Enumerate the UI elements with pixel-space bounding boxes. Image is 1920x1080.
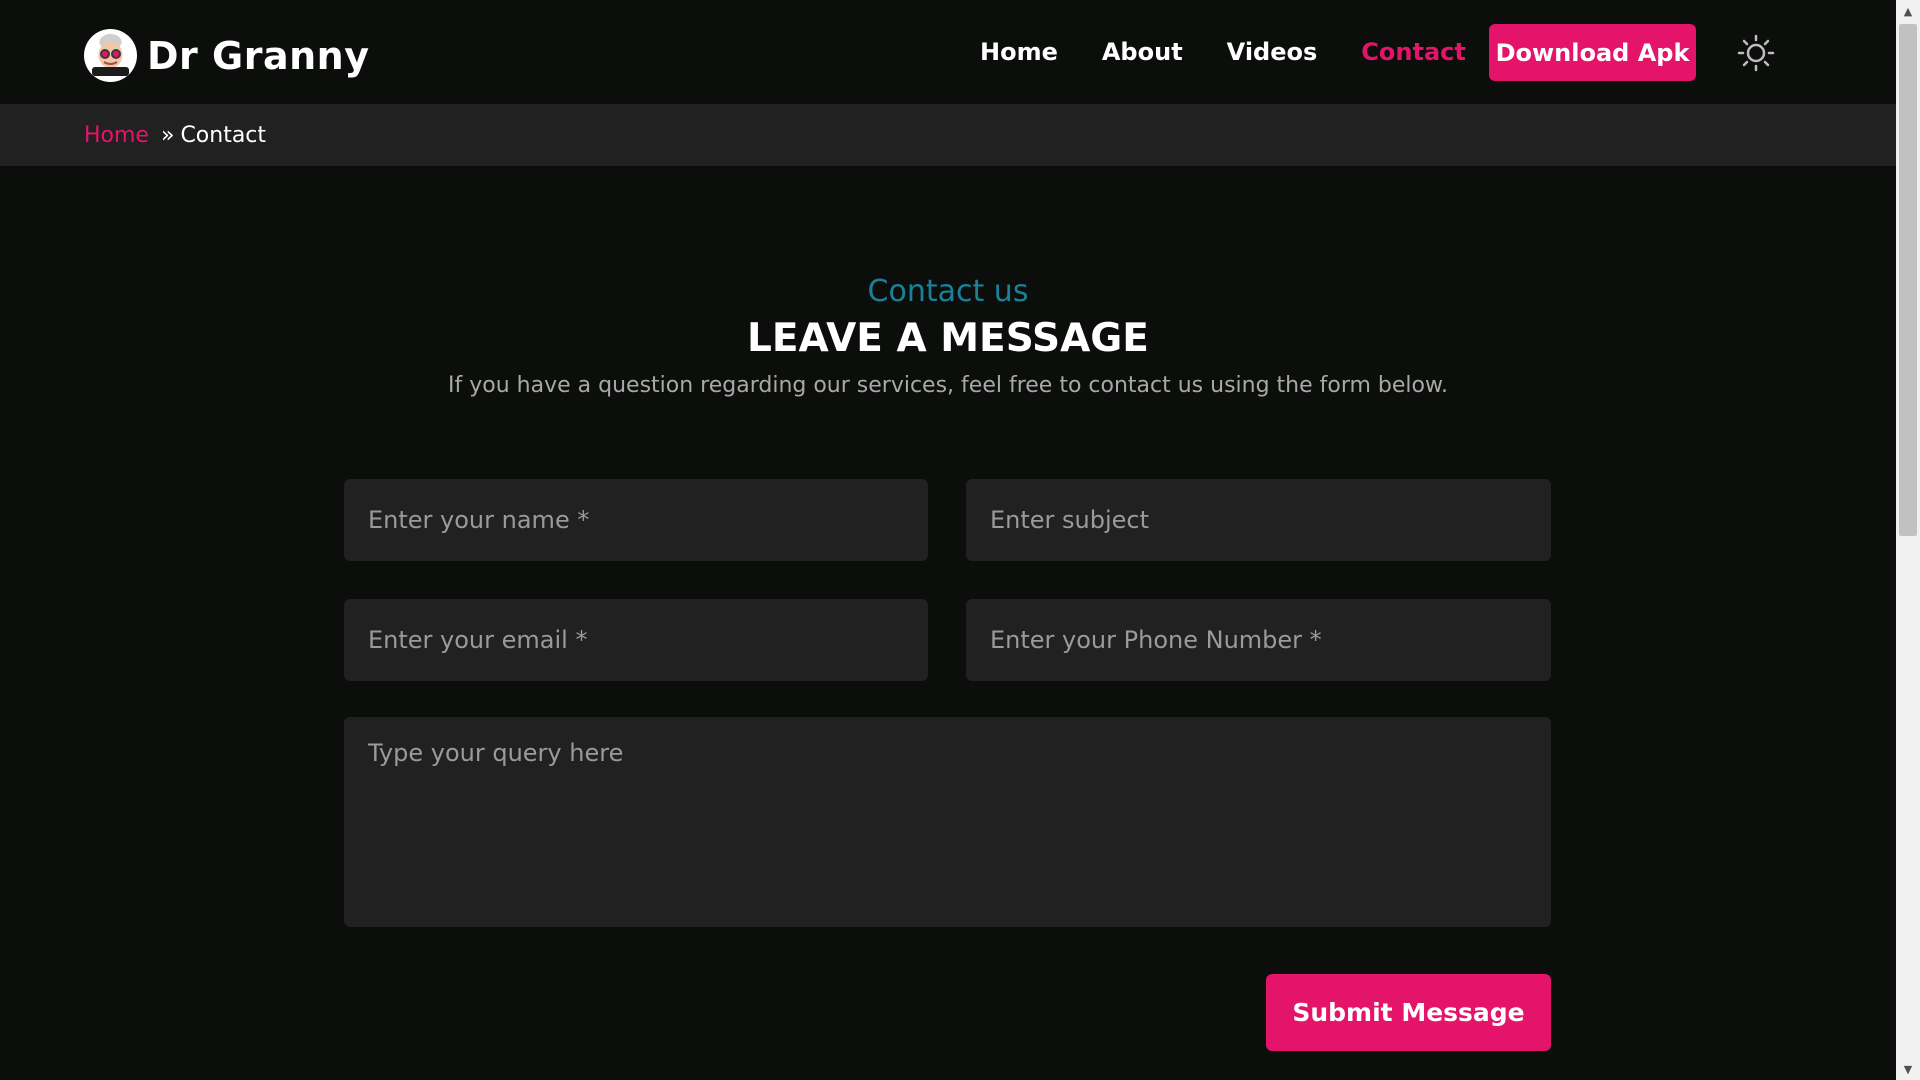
site-header: Dr Granny Home About Videos Contact Down…: [0, 0, 1896, 104]
email-input[interactable]: [344, 599, 928, 681]
scroll-down-icon[interactable]: ▼: [1896, 1058, 1920, 1080]
section-subtitle: If you have a question regarding our ser…: [448, 373, 1448, 398]
phone-input[interactable]: [966, 599, 1551, 681]
subject-input[interactable]: [966, 479, 1551, 561]
name-input[interactable]: [344, 479, 928, 561]
nav-home[interactable]: Home: [980, 38, 1058, 66]
breadcrumb-current: Contact: [180, 122, 267, 148]
scroll-up-icon[interactable]: ▲: [1896, 0, 1920, 22]
breadcrumb-bar: Home » Contact: [0, 104, 1896, 166]
logo-link[interactable]: Dr Granny: [84, 29, 369, 82]
main-nav: Home About Videos Contact: [980, 0, 1510, 104]
page-title: LEAVE A MESSAGE: [747, 316, 1149, 361]
page: Dr Granny Home About Videos Contact Down…: [0, 0, 1896, 1080]
granny-avatar-icon: [84, 29, 137, 82]
download-apk-button[interactable]: Download Apk: [1489, 24, 1696, 81]
breadcrumb-separator: »: [160, 122, 175, 148]
nav-videos[interactable]: Videos: [1227, 38, 1318, 66]
scrollbar-thumb[interactable]: [1899, 24, 1917, 536]
nav-contact[interactable]: Contact: [1361, 38, 1466, 66]
brand-name: Dr Granny: [147, 33, 370, 78]
breadcrumb-home-link[interactable]: Home: [84, 123, 149, 148]
submit-message-button[interactable]: Submit Message: [1266, 974, 1551, 1051]
vertical-scrollbar[interactable]: ▲ ▼: [1896, 0, 1920, 1080]
query-textarea[interactable]: [344, 717, 1551, 927]
section-eyebrow: Contact us: [867, 274, 1029, 309]
sun-icon[interactable]: [1737, 34, 1775, 72]
breadcrumb: Home » Contact: [84, 104, 266, 166]
nav-about[interactable]: About: [1102, 38, 1183, 66]
